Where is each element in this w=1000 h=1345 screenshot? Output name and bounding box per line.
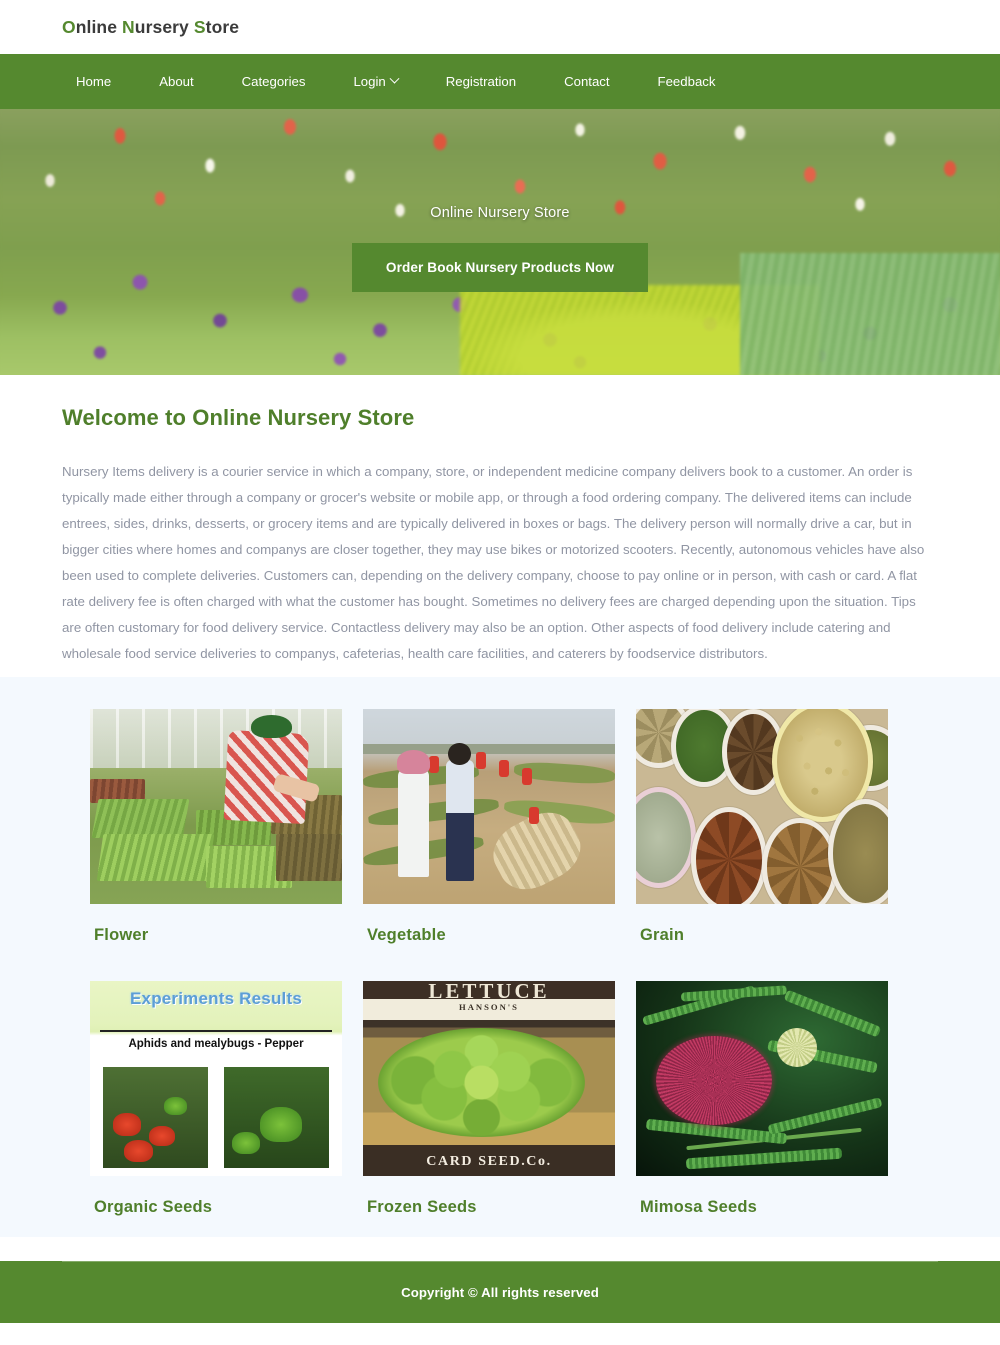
category-label-mimosa-seeds[interactable]: Mimosa Seeds	[636, 1176, 888, 1243]
brand-word-nursery: ursery	[134, 16, 194, 37]
category-card-flower[interactable]: Flower	[90, 709, 342, 971]
vegetable-thumbnail[interactable]	[363, 709, 615, 904]
nav-item-login[interactable]: Login	[353, 73, 400, 89]
nav-label-categories: Categories	[241, 74, 306, 89]
category-card-frozen-seeds[interactable]: LETTUCE HANSON'S CARD SEED.Co. Frozen Se…	[363, 981, 615, 1243]
category-card-mimosa-seeds[interactable]: Mimosa Seeds	[636, 981, 888, 1243]
lettuce-illustration	[378, 1027, 585, 1137]
brand-word-online: nline	[75, 16, 123, 37]
hero-title: Online Nursery Store	[430, 205, 570, 221]
nav-item-home[interactable]: Home	[76, 74, 111, 89]
main-navigation: Home About Categories Login Registration…	[0, 54, 1000, 109]
green-cap	[251, 714, 292, 739]
footer-divider	[62, 1261, 938, 1262]
welcome-heading: Welcome to Online Nursery Store	[62, 405, 415, 430]
site-logo[interactable]: Online Nursery Store	[62, 17, 239, 38]
nav-item-registration[interactable]: Registration	[446, 74, 516, 89]
category-label-grain[interactable]: Grain	[636, 904, 888, 971]
brand-initial-n: N	[122, 16, 135, 37]
farm-field-workers-photo	[363, 709, 615, 904]
nav-label-home: Home	[76, 74, 112, 89]
welcome-section: Welcome to Online Nursery Store Nursery …	[0, 375, 1000, 677]
grain-thumbnail[interactable]	[636, 709, 888, 904]
categories-grid: Flower Vegetable Grain Experiments Resul…	[90, 709, 910, 1243]
nav-label-feedback: Feedback	[657, 74, 716, 89]
grain-sacks-photo	[636, 709, 888, 904]
person-dark-trousers	[446, 742, 474, 881]
brand-initial-o: O	[62, 16, 76, 37]
site-footer: Copyright © All rights reserved	[0, 1261, 1000, 1323]
mimosa-bud	[777, 1027, 818, 1067]
category-label-organic-seeds[interactable]: Organic Seeds	[90, 1176, 342, 1243]
nav-label-about: About	[159, 74, 194, 89]
category-card-vegetable[interactable]: Vegetable	[363, 709, 615, 971]
brand-initial-s: S	[193, 16, 206, 37]
category-card-organic-seeds[interactable]: Experiments Results Aphids and mealybugs…	[90, 981, 342, 1243]
organic-seeds-thumbnail[interactable]: Experiments Results Aphids and mealybugs…	[90, 981, 342, 1176]
nav-item-about[interactable]: About	[159, 74, 193, 89]
site-header: Online Nursery Store	[0, 0, 1000, 54]
categories-section: Flower Vegetable Grain Experiments Resul…	[0, 677, 1000, 1237]
person-plaid-shirt	[223, 730, 310, 825]
poster-photo-right	[223, 1066, 330, 1169]
mimosa-seeds-thumbnail[interactable]	[636, 981, 888, 1176]
nav-item-contact[interactable]: Contact	[564, 74, 609, 89]
category-label-vegetable[interactable]: Vegetable	[363, 904, 615, 971]
copyright-text: Copyright © All rights reserved	[401, 1284, 599, 1300]
person-white-robe	[397, 750, 430, 877]
brand-word-store: tore	[205, 16, 240, 37]
chevron-down-icon	[389, 73, 400, 84]
poster-title: Experiments Results	[130, 988, 302, 1008]
hero-banner: Online Nursery Store Order Book Nursery …	[0, 109, 1000, 375]
order-now-button[interactable]: Order Book Nursery Products Now	[351, 243, 649, 292]
frozen-seeds-thumbnail[interactable]: LETTUCE HANSON'S CARD SEED.Co.	[363, 981, 615, 1176]
poster-subtitle: Aphids and mealybugs - Pepper	[128, 1037, 304, 1050]
nav-label-contact: Contact	[564, 74, 610, 89]
nav-list: Home About Categories Login Registration…	[76, 73, 716, 89]
packet-company: CARD SEED.Co.	[426, 1154, 552, 1170]
mimosa-pink-bloom	[656, 1035, 773, 1126]
mimosa-flower-photo	[636, 981, 888, 1176]
nav-item-feedback[interactable]: Feedback	[658, 74, 716, 89]
welcome-paragraph: Nursery Items delivery is a courier serv…	[62, 464, 925, 661]
nav-label-registration: Registration	[445, 74, 517, 89]
hero-content: Online Nursery Store Order Book Nursery …	[0, 205, 1000, 292]
category-card-grain[interactable]: Grain	[636, 709, 888, 971]
packet-brand: HANSON'S	[459, 1002, 519, 1013]
category-label-frozen-seeds[interactable]: Frozen Seeds	[363, 1176, 615, 1243]
greenhouse-seedlings-photo	[90, 709, 342, 904]
poster-photo-left	[102, 1066, 209, 1169]
nav-item-categories[interactable]: Categories	[242, 74, 306, 89]
vintage-lettuce-seed-packet: LETTUCE HANSON'S CARD SEED.Co.	[363, 981, 615, 1176]
experiments-results-poster: Experiments Results Aphids and mealybugs…	[90, 981, 342, 1176]
flower-thumbnail[interactable]	[90, 709, 342, 904]
nav-label-login: Login	[353, 74, 386, 89]
category-label-flower[interactable]: Flower	[90, 904, 342, 971]
